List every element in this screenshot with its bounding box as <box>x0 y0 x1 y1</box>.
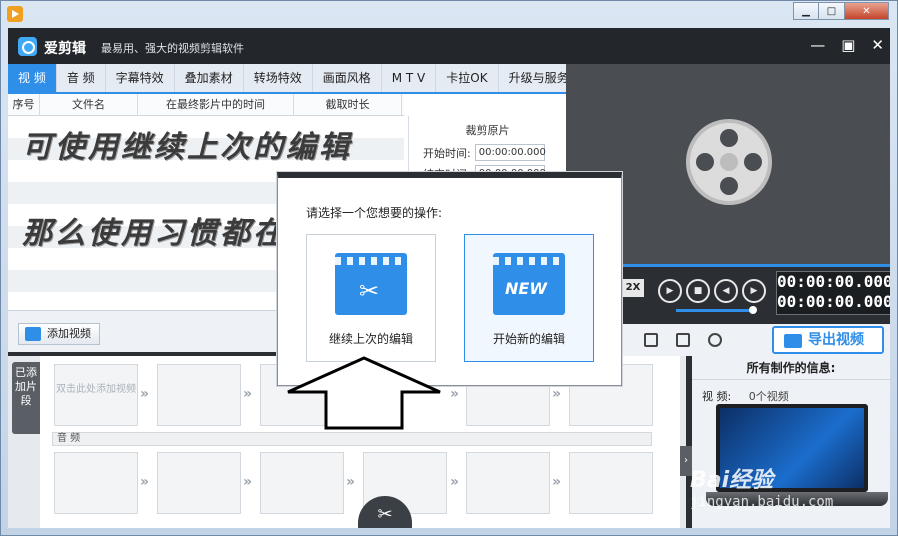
trim-start-input[interactable]: 00:00:00.000 <box>474 144 546 161</box>
export-label: 导出视频 <box>808 332 864 348</box>
app-title-bar: 爱剪辑 最易用、强大的视频剪辑软件 — ▣ ✕ <box>8 28 890 64</box>
app-minimize-icon[interactable]: — <box>810 36 825 54</box>
tab-mtv[interactable]: M T V <box>382 64 437 92</box>
new-editing-label: 开始新的编辑 <box>492 332 565 346</box>
film-reel-icon <box>686 119 772 205</box>
continue-editing-label: 继续上次的编辑 <box>328 332 413 346</box>
time-total: 00:00:00.000 <box>777 292 890 311</box>
app-logo-icon <box>18 37 37 56</box>
film-add-icon <box>25 327 41 341</box>
overlay-caption-1: 可使用继续上次的编辑 <box>22 130 352 165</box>
baidu-logo: Bai经验 <box>690 468 774 493</box>
add-video-button[interactable]: 添加视频 <box>18 323 100 345</box>
chevron-right-icon: » <box>140 474 150 490</box>
continue-editing-button[interactable]: ✂ 继续上次的编辑 <box>306 234 436 362</box>
save-icon[interactable] <box>644 333 658 347</box>
time-current: 00:00:00.000 <box>777 272 890 291</box>
info-video-label: 视 频: <box>702 390 732 403</box>
tab-picture-style[interactable]: 画面风格 <box>313 64 382 92</box>
col-index[interactable]: 序号 <box>8 94 40 115</box>
os-window-controls: ▁ □ ✕ <box>793 2 889 20</box>
col-final-time[interactable]: 在最终影片中的时间 <box>138 94 294 115</box>
new-icon-text: NEW <box>505 279 547 298</box>
trim-start-label: 开始时间: <box>423 146 471 160</box>
chevron-right-icon: » <box>346 474 356 490</box>
app-window-controls: — ▣ ✕ <box>810 36 884 54</box>
audio-slot[interactable] <box>569 452 653 514</box>
col-filename[interactable]: 文件名 <box>40 94 138 115</box>
play-icon[interactable]: ▶ <box>658 279 682 303</box>
export-icon <box>784 334 802 348</box>
clip-slot-add[interactable]: 双击此处添加视频 <box>54 364 138 426</box>
time-display: 00:00:00.000 00:00:00.000 <box>776 271 890 315</box>
tab-karaoke[interactable]: 卡拉OK <box>436 64 499 92</box>
prev-frame-icon[interactable]: ◀ <box>714 279 738 303</box>
clip-slot[interactable] <box>157 364 241 426</box>
export-video-button[interactable]: 导出视频 <box>772 326 884 354</box>
tab-audio[interactable]: 音 频 <box>57 64 106 92</box>
chevron-right-icon: » <box>552 474 562 490</box>
audio-slot[interactable] <box>54 452 138 514</box>
audio-track-label: 音 频 <box>52 432 652 446</box>
main-tabs: 视 频 音 频 字幕特效 叠加素材 转场特效 画面风格 M T V 卡拉OK 升… <box>8 64 580 94</box>
os-close-button[interactable]: ✕ <box>845 2 889 20</box>
choose-action-dialog: 请选择一个您想要的操作: ✂ 继续上次的编辑 NEW 开始新的编辑 <box>277 172 622 386</box>
chevron-right-icon: » <box>552 386 562 402</box>
new-editing-button[interactable]: NEW 开始新的编辑 <box>464 234 594 362</box>
tab-subtitle-effects[interactable]: 字幕特效 <box>106 64 175 92</box>
app-restore-icon[interactable]: ▣ <box>841 36 855 54</box>
chevron-right-icon: » <box>450 474 460 490</box>
chevron-right-icon: » <box>450 386 460 402</box>
help-icon[interactable] <box>676 333 690 347</box>
volume-slider[interactable] <box>676 306 757 314</box>
dialog-title: 请选择一个您想要的操作: <box>306 206 443 220</box>
film-scissors-icon: ✂ <box>335 253 407 315</box>
speed-button[interactable]: 2X <box>622 279 644 297</box>
os-maximize-button[interactable]: □ <box>819 2 845 20</box>
col-duration[interactable]: 截取时长 <box>294 94 402 115</box>
app-slogan: 最易用、强大的视频剪辑软件 <box>101 42 244 55</box>
tab-transitions[interactable]: 转场特效 <box>244 64 313 92</box>
stop-icon[interactable]: ■ <box>686 279 710 303</box>
app-close-icon[interactable]: ✕ <box>871 36 884 54</box>
tab-overlay[interactable]: 叠加素材 <box>175 64 244 92</box>
app-name: 爱剪辑 <box>44 41 86 57</box>
chevron-right-icon: » <box>243 474 253 490</box>
video-list-header: 序号 文件名 在最终影片中的时间 截取时长 <box>8 94 404 116</box>
trim-title: 裁剪原片 <box>465 124 510 137</box>
os-minimize-button[interactable]: ▁ <box>793 2 819 20</box>
up-arrow-annotation <box>287 356 441 430</box>
app-window-icon <box>7 6 23 22</box>
audio-slot[interactable] <box>260 452 344 514</box>
audio-slot[interactable] <box>157 452 241 514</box>
info-video-row: 视 频: 0个视频 <box>702 388 789 404</box>
new-film-icon: NEW <box>493 253 565 315</box>
info-video-value: 0个视频 <box>748 390 789 403</box>
chevron-right-icon: » <box>243 386 253 402</box>
info-title: 所有制作的信息: <box>692 356 890 380</box>
baidu-url: jingyan.baidu.com <box>690 494 834 510</box>
add-video-label: 添加视频 <box>47 327 91 340</box>
share-icon[interactable] <box>708 333 722 347</box>
tab-video[interactable]: 视 频 <box>8 64 57 92</box>
added-clips-tab[interactable]: 已添加片段 <box>12 362 40 434</box>
chevron-right-icon: » <box>140 386 150 402</box>
audio-slot[interactable] <box>466 452 550 514</box>
next-frame-icon[interactable]: ▶ <box>742 279 766 303</box>
trim-start-row: 开始时间: 00:00:00.000 <box>409 144 566 161</box>
